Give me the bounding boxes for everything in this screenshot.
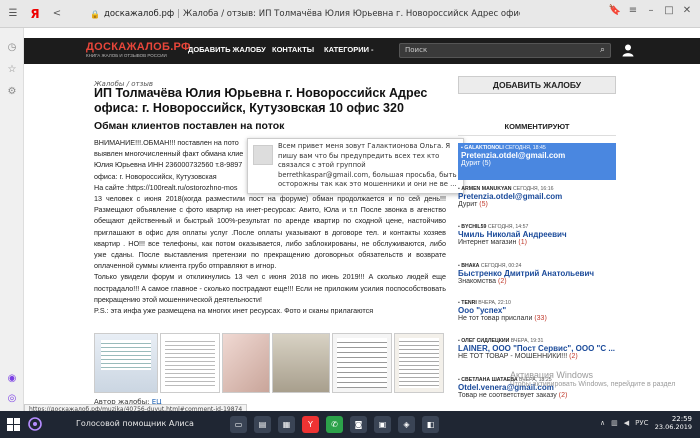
clock-time: 22:59 xyxy=(671,415,692,423)
comment-text: Знакомства (2) xyxy=(458,278,507,285)
taskbar-apps: ▭ ▤ ▦ Y ✆ ◙ ▣ ◈ ◧ xyxy=(230,416,446,433)
comment-text: Дурит (5) xyxy=(458,201,488,208)
tooltip-text: Всем привет меня зовут Галактионова Ольг… xyxy=(278,142,457,188)
clock-date: 23.06.2019 xyxy=(654,423,692,431)
page-subtitle: Обман клиентов поставлен на поток xyxy=(94,120,285,132)
search-input[interactable]: Поиск xyxy=(399,43,611,58)
language-indicator[interactable]: РУС xyxy=(635,419,648,427)
comment-title[interactable]: Чмиль Николай Андреевич xyxy=(458,230,616,239)
file-explorer-icon[interactable]: ▤ xyxy=(254,416,271,433)
comment-title[interactable]: Pretenzia.otdel@gmail.com xyxy=(458,192,616,201)
comment-text: Не тот товар прислали (33) xyxy=(458,315,547,322)
close-icon[interactable]: ✕ xyxy=(678,5,696,16)
photos-icon[interactable]: ▣ xyxy=(374,416,391,433)
comment-text: Товар не соответствует заказу (2) xyxy=(458,392,568,399)
site-header: ДОСКАЖАЛОБ.РФ КНИГА ЖАЛОБ И ОТЗЫВОВ РОСС… xyxy=(24,38,700,64)
browser-toolbar: ☰ Я < 🔒 доскажалоб.рф | Жалоба / отзыв: … xyxy=(0,0,700,28)
body-paragraph: Только увидели форум и откликнулись 13 ч… xyxy=(94,272,446,304)
photo-thumbnail[interactable] xyxy=(94,333,158,393)
camera-icon[interactable]: ◙ xyxy=(350,416,367,433)
comment-item[interactable]: ▪ GALAKTIONOLI СЕГОДНЯ, 18:45 Pretenzia.… xyxy=(458,143,616,180)
comment-tooltip: Всем привет меня зовут Галактионова Ольг… xyxy=(247,138,464,194)
activation-watermark-title: Активация Windows xyxy=(510,370,593,380)
minimize-icon[interactable]: – xyxy=(642,5,660,16)
maximize-icon[interactable]: □ xyxy=(660,5,678,16)
tabs-icon[interactable]: ☰ xyxy=(4,5,22,23)
comment-item[interactable]: ▪ ОЛЕГ СИДЛЕЦКИЙ ВЧЕРА, 19:31 LAINER, ОО… xyxy=(458,338,616,360)
window-controls: 🔖 ≡ – □ ✕ xyxy=(606,5,696,16)
network-icon[interactable]: ▥ xyxy=(611,419,618,427)
assistant-icon[interactable]: ◎ xyxy=(6,393,18,405)
nav-contacts[interactable]: КОНТАКТЫ xyxy=(272,45,314,54)
favorites-icon[interactable]: ☆ xyxy=(6,64,18,76)
lock-icon: 🔒 xyxy=(90,9,100,19)
comment-item[interactable]: ▪ TENRI ВЧЕРА, 22:10 Ооо "успех" Не тот … xyxy=(458,300,616,322)
site-logo[interactable]: ДОСКАЖАЛОБ.РФ КНИГА ЖАЛОБ И ОТЗЫВОВ РОСС… xyxy=(86,41,191,59)
bookmark-icon[interactable]: 🔖 xyxy=(606,5,624,16)
settings-icon[interactable]: ⚙ xyxy=(6,86,18,98)
back-icon[interactable]: < xyxy=(48,5,66,23)
yandex-logo-icon[interactable]: Я xyxy=(26,5,44,23)
search-icon[interactable]: ⌕ xyxy=(600,45,605,55)
comment-item[interactable]: ▪ ARMEN MANUKYAN СЕГОДНЯ, 16:16 Pretenzi… xyxy=(458,186,616,208)
comment-text: НЕ ТОТ ТОВАР - МОШЕННИКИ!!! (2) xyxy=(458,353,578,360)
page-title: ИП Толмачёва Юлия Юрьевна г. Новороссийс… xyxy=(94,86,428,115)
screen: ☰ Я < 🔒 доскажалоб.рф | Жалоба / отзыв: … xyxy=(0,0,700,438)
history-icon[interactable]: ◷ xyxy=(6,42,18,54)
taskbar: Голосовой помощник Алиса ▭ ▤ ▦ Y ✆ ◙ ▣ ◈… xyxy=(0,411,700,438)
comment-text: Дурит (5) xyxy=(461,160,491,167)
voice-assistant-label[interactable]: Голосовой помощник Алиса xyxy=(76,419,194,428)
comment-title[interactable]: Pretenzia.otdel@gmail.com xyxy=(461,151,613,160)
volume-icon[interactable]: ◀ xyxy=(624,419,629,427)
comment-title[interactable]: Быстренко Дмитрий Анатольевич xyxy=(458,269,616,278)
body-paragraph: P.S.: эта инфа уже размещена на многих и… xyxy=(94,306,374,316)
alice-mic-icon[interactable] xyxy=(28,416,42,432)
yandex-browser-icon[interactable]: Y xyxy=(302,416,319,433)
app-icon[interactable]: ◧ xyxy=(422,416,439,433)
comment-item[interactable]: ▪ ВНАКА СЕГОДНЯ, 00:24 Быстренко Дмитрий… xyxy=(458,263,616,285)
app-icon[interactable]: ◈ xyxy=(398,416,415,433)
comment-text: Интернет магазин (1) xyxy=(458,239,527,246)
comments-title: КОММЕНТИРУЮТ xyxy=(458,122,616,136)
avatar xyxy=(253,145,273,165)
alice-icon[interactable]: ◉ xyxy=(6,373,18,385)
logo-tagline: КНИГА ЖАЛОБ И ОТЗЫВОВ РОССИИ xyxy=(86,53,167,58)
system-tray: ∧ ▥ ◀ РУС xyxy=(600,419,649,427)
photo-thumbnail[interactable] xyxy=(394,333,444,393)
page-title-tab: Жалоба / отзыв: ИП Толмачёва Юлия Юрьевн… xyxy=(183,9,520,19)
comment-title[interactable]: LAINER, ООО "Пост Сервис", ООО "С ... xyxy=(458,344,616,353)
user-icon[interactable] xyxy=(621,43,635,57)
photo-thumbnail[interactable] xyxy=(332,333,392,393)
logo-text: ДОСКАЖАЛОБ.РФ xyxy=(86,41,191,53)
menu-icon[interactable]: ≡ xyxy=(624,5,642,16)
chevron-up-icon[interactable]: ∧ xyxy=(600,419,605,427)
photo-thumbnail[interactable] xyxy=(222,333,270,393)
activation-watermark-text: Чтобы активировать Windows, перейдите в … xyxy=(510,381,676,388)
body-paragraph: 13 человек с июня 2018(когда разместили … xyxy=(94,194,446,271)
whatsapp-icon[interactable]: ✆ xyxy=(326,416,343,433)
comment-title[interactable]: Ооо "успех" xyxy=(458,306,616,315)
photo-thumbnail[interactable] xyxy=(160,333,220,393)
address-separator: | xyxy=(177,9,181,19)
browser-sidebar: ◷ ☆ ⚙ ◉ ◎ xyxy=(0,28,24,411)
nav-add-complaint[interactable]: ДОБАВИТЬ ЖАЛОБУ xyxy=(188,45,266,54)
comment-item[interactable]: ▪ BYCHIL59 СЕГОДНЯ, 14:57 Чмиль Николай … xyxy=(458,224,616,246)
add-complaint-button[interactable]: ДОБАВИТЬ ЖАЛОБУ xyxy=(458,76,616,94)
photo-thumbnail[interactable] xyxy=(272,333,330,393)
windows-start-icon[interactable] xyxy=(7,418,20,431)
nav-categories[interactable]: КАТЕГОРИИ - xyxy=(324,45,374,54)
clock[interactable]: 22:59 23.06.2019 xyxy=(655,415,692,431)
address-domain: доскажалоб.рф xyxy=(103,9,175,19)
store-icon[interactable]: ▦ xyxy=(278,416,295,433)
photo-gallery xyxy=(94,333,446,393)
address-bar[interactable]: 🔒 доскажалоб.рф | Жалоба / отзыв: ИП Тол… xyxy=(90,6,520,22)
task-view-icon[interactable]: ▭ xyxy=(230,416,247,433)
